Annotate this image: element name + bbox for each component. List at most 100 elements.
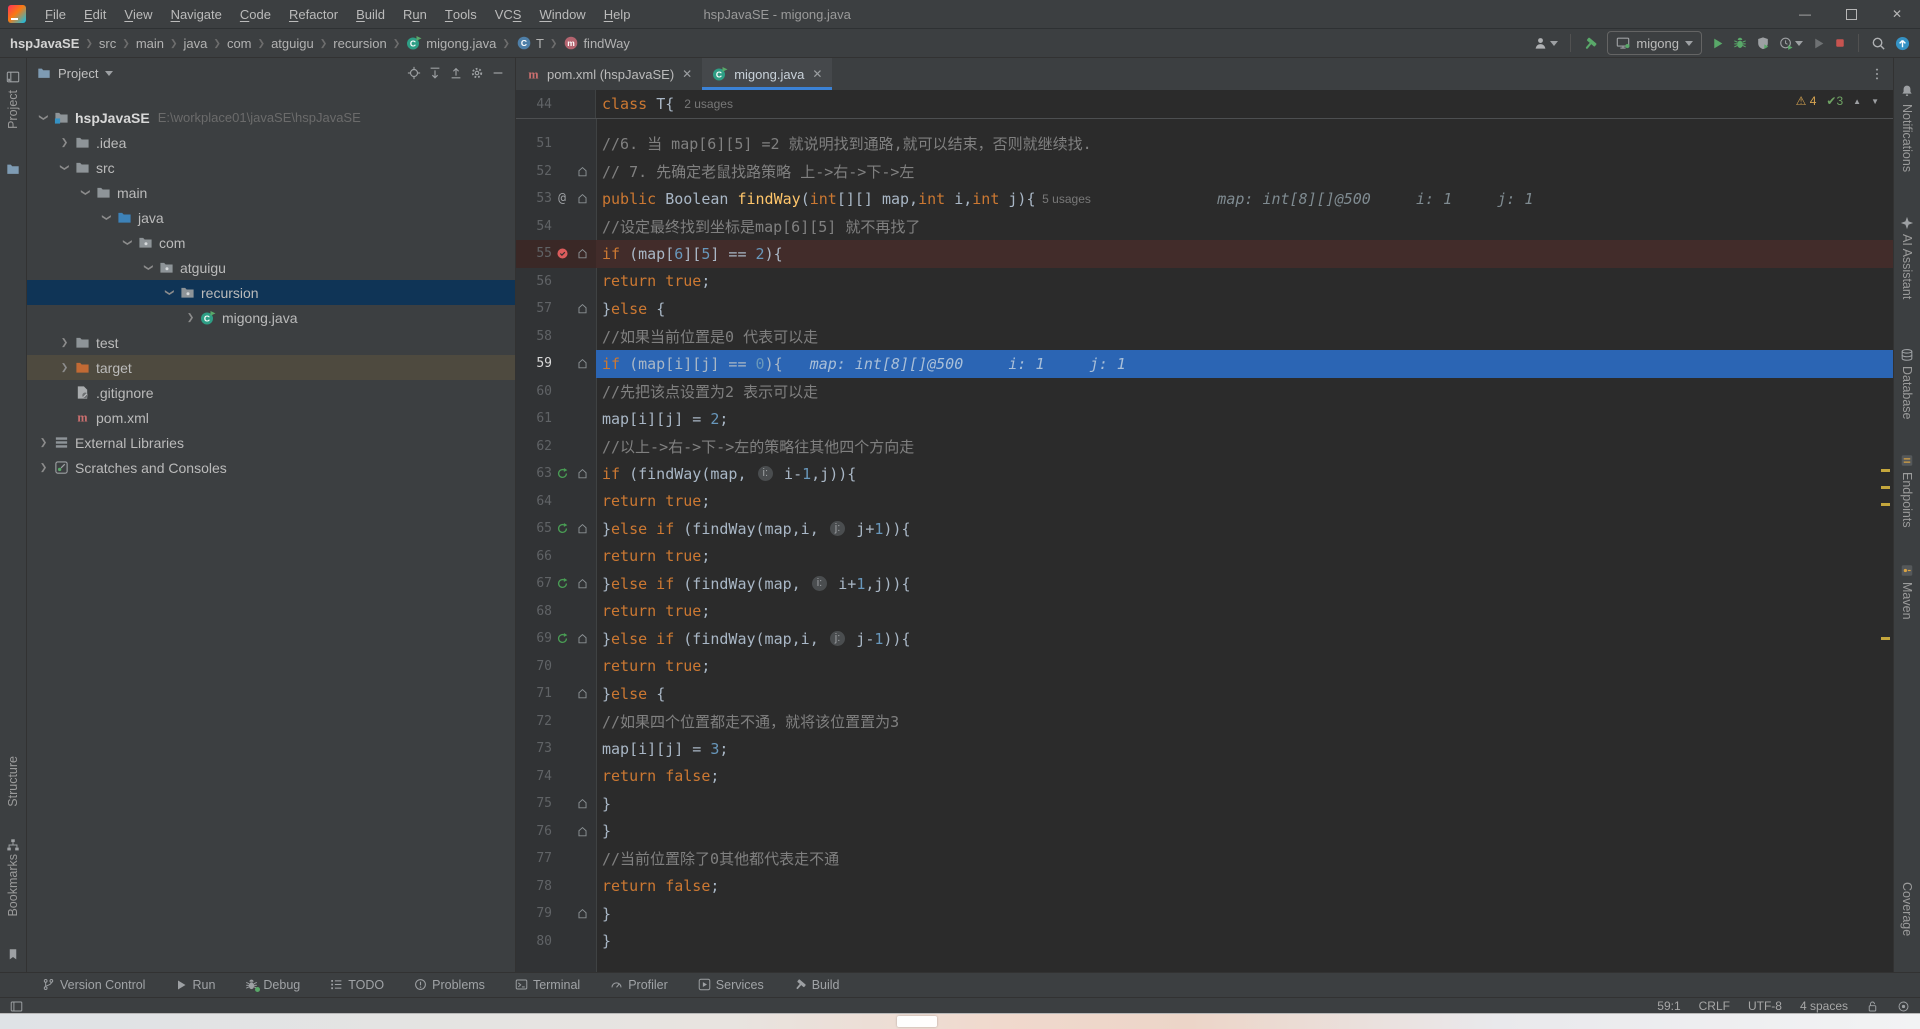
menu-help[interactable]: Help <box>595 0 640 28</box>
fold-marker-icon[interactable] <box>577 248 588 259</box>
line-number[interactable]: 72 <box>516 714 552 729</box>
parameter-hint[interactable]: j: <box>830 631 846 646</box>
code-text[interactable]: if (findWay(map, i: i-1,j)){ <box>596 460 1893 488</box>
line-number[interactable]: 53 <box>516 191 552 206</box>
menu-run[interactable]: Run <box>394 0 436 28</box>
breakpoint-icon[interactable] <box>556 247 569 260</box>
fold-marker-icon[interactable] <box>577 798 588 809</box>
line-number[interactable]: 62 <box>516 439 552 454</box>
parameter-hint[interactable]: j: <box>830 521 846 536</box>
code-text[interactable]: map[i][j] = 3; <box>596 735 1893 763</box>
line-number[interactable]: 52 <box>516 164 552 179</box>
line-number[interactable]: 59 <box>516 356 552 371</box>
maximize-button[interactable] <box>1828 0 1874 28</box>
chevron-icon[interactable]: ❯ <box>80 184 91 201</box>
code-line-63[interactable]: 63 if (findWay(map, i: i-1,j)){ <box>516 460 1893 488</box>
tree-row-recursion[interactable]: ❯recursion <box>27 280 515 305</box>
tab-options-icon[interactable] <box>1861 58 1893 90</box>
line-number[interactable]: 74 <box>516 769 552 784</box>
line-number[interactable]: 63 <box>516 466 552 481</box>
chevron-icon[interactable]: ❯ <box>38 109 49 126</box>
menu-view[interactable]: View <box>115 0 161 28</box>
code-line-75[interactable]: 75 } <box>516 790 1893 818</box>
toolwindow-version-control[interactable]: Version Control <box>42 978 145 992</box>
line-ending[interactable]: CRLF <box>1699 999 1730 1013</box>
menu-navigate[interactable]: Navigate <box>162 0 231 28</box>
stop-button[interactable] <box>1834 37 1846 49</box>
code-text[interactable]: } <box>596 790 1893 818</box>
code-line-58[interactable]: 58 //如果当前位置是0 代表可以走 <box>516 323 1893 351</box>
toolwindow-terminal[interactable]: Terminal <box>515 978 580 992</box>
run-configuration-select[interactable]: migong <box>1607 31 1702 55</box>
breadcrumb-item-com[interactable]: com <box>227 36 252 51</box>
ai-assistant-icon[interactable] <box>1900 216 1914 230</box>
breadcrumb-item-findWay[interactable]: mfindWay <box>563 35 629 51</box>
hide-panel-icon[interactable] <box>491 66 505 80</box>
toolwindow-build[interactable]: Build <box>794 978 840 992</box>
fold-marker-icon[interactable] <box>577 826 588 837</box>
chevron-icon[interactable]: ❯ <box>35 462 52 473</box>
code-line-62[interactable]: 62 //以上->右->下->左的策略往其他四个方向走 <box>516 433 1893 461</box>
line-number[interactable]: 55 <box>516 246 552 261</box>
menu-file[interactable]: File <box>36 0 75 28</box>
code-text[interactable]: //设定最终找到坐标是map[6][5] 就不再找了 <box>596 213 1893 241</box>
tree-row-pomxml[interactable]: mpom.xml <box>27 405 515 430</box>
toolwindow-run[interactable]: Run <box>175 978 215 992</box>
warning-stripe-mark[interactable] <box>1881 503 1890 506</box>
line-number[interactable]: 65 <box>516 521 552 536</box>
tool-windows-icon[interactable] <box>6 70 20 84</box>
coverage-button[interactable] <box>1756 36 1770 50</box>
code-text[interactable]: //6. 当 map[6][5] =2 就说明找到通路,就可以结束，否则就继续找… <box>596 130 1893 158</box>
tab-pomxmlhspJavaSE[interactable]: mpom.xml (hspJavaSE)✕ <box>516 58 702 90</box>
warning-stripe-mark[interactable] <box>1881 486 1890 489</box>
file-encoding[interactable]: UTF-8 <box>1748 999 1782 1013</box>
breadcrumb-item-recursion[interactable]: recursion <box>333 36 386 51</box>
menu-vcs[interactable]: VCS <box>486 0 531 28</box>
line-number[interactable]: 69 <box>516 631 552 646</box>
code-line-55[interactable]: 55 if (map[6][5] == 2){ <box>516 240 1893 268</box>
fold-marker-icon[interactable] <box>577 633 588 644</box>
tab-close-icon[interactable]: ✕ <box>682 67 692 81</box>
stripe-ai-assistant-button[interactable]: AI Assistant <box>1900 234 1914 299</box>
chevron-icon[interactable]: ❯ <box>56 137 73 148</box>
profiler-button[interactable] <box>1779 36 1803 50</box>
line-number[interactable]: 70 <box>516 659 552 674</box>
caret-position[interactable]: 59:1 <box>1657 999 1680 1013</box>
code-line-73[interactable]: 73 map[i][j] = 3; <box>516 735 1893 763</box>
code-line-56[interactable]: 56 return true; <box>516 268 1893 296</box>
stripe-bookmarks-button[interactable]: Bookmarks <box>6 854 20 917</box>
tree-row-ScratchesandConsoles[interactable]: ❯Scratches and Consoles <box>27 455 515 480</box>
recursive-call-icon[interactable] <box>556 577 569 590</box>
code-line-68[interactable]: 68 return true; <box>516 598 1893 626</box>
code-line-59[interactable]: 59 if (map[i][j] == 0){ map: int[8][]@50… <box>516 350 1893 378</box>
line-number[interactable]: 79 <box>516 906 552 921</box>
endpoint-marker-icon[interactable] <box>1901 454 1914 467</box>
line-number[interactable]: 58 <box>516 329 552 344</box>
next-problem-icon[interactable]: ▼ <box>1871 97 1879 106</box>
code-text[interactable]: public Boolean findWay(int[][] map,int i… <box>596 185 1893 213</box>
tree-row-atguigu[interactable]: ❯atguigu <box>27 255 515 280</box>
layout-icon[interactable] <box>10 1000 23 1013</box>
project-folder-icon[interactable] <box>6 162 20 176</box>
fold-marker-icon[interactable] <box>577 688 588 699</box>
code-with-me-button[interactable] <box>1533 36 1558 51</box>
chevron-icon[interactable]: ❯ <box>143 259 154 276</box>
code-line-60[interactable]: 60 //先把该点设置为2 表示可以走 <box>516 378 1893 406</box>
line-number[interactable]: 76 <box>516 824 552 839</box>
line-number[interactable]: 57 <box>516 301 552 316</box>
code-text[interactable]: return true; <box>596 268 1893 296</box>
line-number[interactable]: 54 <box>516 219 552 234</box>
line-number[interactable]: 78 <box>516 879 552 894</box>
code-text[interactable]: return false; <box>596 763 1893 791</box>
menu-window[interactable]: Window <box>530 0 594 28</box>
collapse-all-icon[interactable] <box>449 66 463 80</box>
code-line-61[interactable]: 61 map[i][j] = 2; <box>516 405 1893 433</box>
line-number[interactable]: 67 <box>516 576 552 591</box>
chevron-icon[interactable]: ❯ <box>101 209 112 226</box>
code-line-54[interactable]: 54 //设定最终找到坐标是map[6][5] 就不再找了 <box>516 213 1893 241</box>
tree-row-test[interactable]: ❯test <box>27 330 515 355</box>
tab-close-icon[interactable]: ✕ <box>812 67 822 81</box>
fold-marker-icon[interactable] <box>577 523 588 534</box>
locate-file-icon[interactable] <box>407 66 421 80</box>
settings-gear-icon[interactable] <box>470 66 484 80</box>
